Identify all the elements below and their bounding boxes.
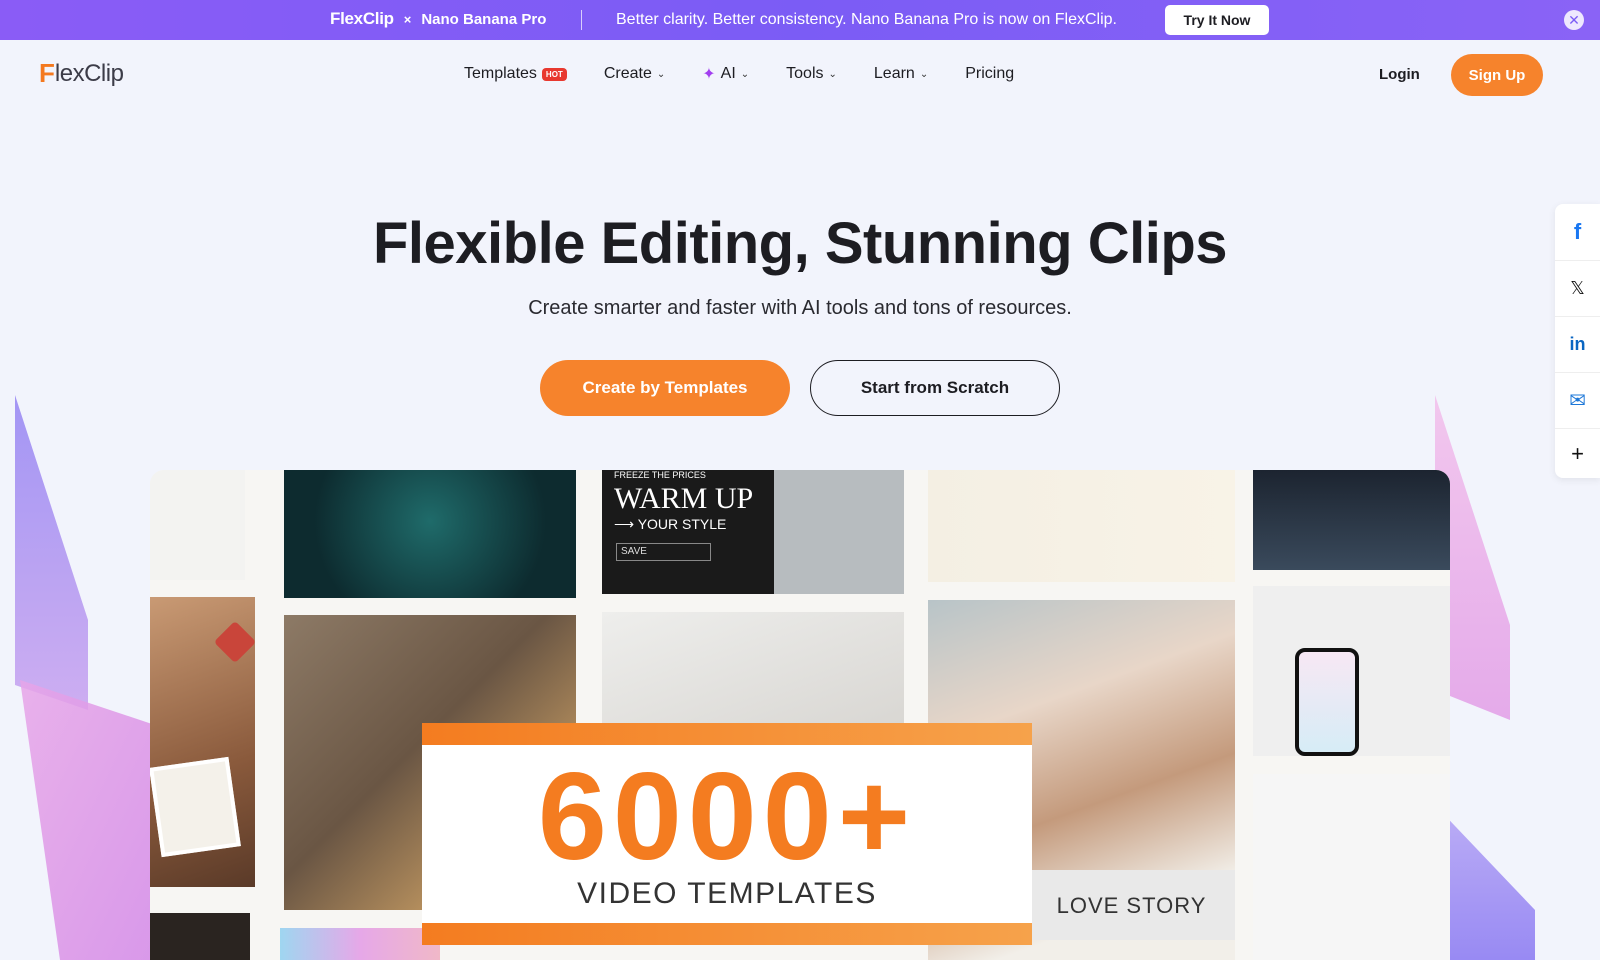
love-story-label: LOVE STORY: [1056, 893, 1207, 918]
chevron-down-icon: ⌄: [740, 68, 750, 80]
hero-title: Flexible Editing, Stunning Clips: [373, 211, 1228, 276]
promo-partner: Nano Banana Pro: [421, 10, 547, 28]
try-it-now-button[interactable]: Try It Now: [1165, 5, 1269, 35]
close-icon[interactable]: ✕: [1564, 10, 1584, 30]
facebook-icon: f: [1573, 219, 1582, 244]
nav-tools[interactable]: Tools ⌄: [786, 65, 837, 83]
photo-frame: [150, 756, 241, 858]
banner-bottom-stripe: [422, 923, 1032, 945]
collage-tile-autumn: [150, 597, 255, 887]
nav-create[interactable]: Create ⌄: [604, 65, 665, 83]
facebook-share[interactable]: f: [1555, 204, 1600, 260]
logo-f: F: [39, 58, 55, 88]
templates-count: 6000+: [537, 748, 917, 886]
nav-pricing[interactable]: Pricing: [965, 65, 1014, 83]
more-share[interactable]: +: [1555, 428, 1600, 478]
nav-templates[interactable]: Templates HOT: [464, 65, 567, 83]
nav-ai-label: AI: [720, 65, 736, 82]
hot-badge: HOT: [541, 67, 567, 81]
collage-tile-phone: [1253, 586, 1450, 756]
leaf-shape: [213, 620, 255, 664]
phone-mockup: [1295, 648, 1359, 756]
nav-create-label: Create: [603, 65, 652, 82]
logo-text: lexClip: [54, 59, 124, 87]
sparkle-icon: ✦: [702, 66, 716, 83]
linkedin-share[interactable]: in: [1555, 316, 1600, 372]
nav-tools-label: Tools: [786, 65, 824, 82]
collage-tile-grey: [1253, 774, 1450, 960]
templates-label: VIDEO TEMPLATES: [577, 877, 877, 910]
warm-save-label: SAVE: [621, 546, 647, 557]
nav-learn-label: Learn: [873, 65, 915, 82]
nav-learn[interactable]: Learn ⌄: [874, 65, 928, 83]
chevron-down-icon: ⌄: [656, 68, 666, 80]
collage-tile-warm-up: FREEZE THE PRICES WARM UP ⟶ YOUR STYLE S…: [602, 470, 904, 594]
promo-flexclip-logo: FlexClip: [330, 9, 394, 28]
signup-button[interactable]: Sign Up: [1451, 54, 1543, 96]
x-share[interactable]: 𝕏: [1555, 260, 1600, 316]
login-link[interactable]: Login: [1379, 66, 1420, 83]
promo-divider: [581, 10, 582, 30]
chevron-down-icon: ⌄: [828, 68, 837, 80]
start-from-scratch-button[interactable]: Start from Scratch: [810, 360, 1060, 416]
promo-times: ×: [403, 11, 412, 27]
nav-pricing-label: Pricing: [965, 65, 1015, 82]
collage-tile-teal-tech: [284, 470, 576, 598]
email-share[interactable]: ✉: [1555, 372, 1600, 428]
template-collage: FREEZE THE PRICES WARM UP ⟶ YOUR STYLE S…: [150, 470, 1450, 960]
social-share-bar: f 𝕏 in ✉ +: [1555, 204, 1600, 478]
left-decoration: [15, 395, 155, 960]
promo-brand: FlexClip × Nano Banana Pro: [330, 9, 546, 29]
promo-message: Better clarity. Better consistency. Nano…: [616, 11, 1117, 28]
plus-icon: +: [1571, 440, 1584, 466]
linkedin-icon: in: [1569, 334, 1586, 354]
collage-tile-cream: [928, 470, 1235, 582]
nav-templates-label: Templates: [464, 65, 537, 82]
main-nav: Templates HOT Create ⌄ ✦ AI ⌄ Tools ⌄ Le…: [464, 64, 1051, 84]
flexclip-logo[interactable]: F lexClip: [39, 58, 124, 89]
collage-tile-white: [150, 470, 245, 580]
warm-save-box: SAVE: [616, 543, 711, 561]
nav-ai[interactable]: ✦ AI ⌄: [702, 64, 749, 84]
collage-tile-shadow: [602, 612, 904, 732]
warm-kicker: FREEZE THE PRICES: [614, 470, 706, 480]
collage-tile-pastel: [280, 928, 440, 960]
chevron-down-icon: ⌄: [919, 68, 929, 80]
banner-top-stripe: [422, 723, 1032, 745]
warm-subtitle: ⟶ YOUR STYLE: [614, 516, 727, 532]
email-icon: ✉: [1569, 390, 1586, 412]
promo-banner: FlexClip × Nano Banana Pro Better clarit…: [0, 0, 1600, 40]
warm-title: WARM UP: [614, 482, 754, 515]
x-icon: 𝕏: [1570, 278, 1585, 298]
hero-subtitle: Create smarter and faster with AI tools …: [528, 297, 1072, 319]
create-by-templates-button[interactable]: Create by Templates: [540, 360, 790, 416]
templates-count-banner: 6000+ VIDEO TEMPLATES: [422, 723, 1032, 945]
collage-tile-night: [1253, 470, 1450, 570]
collage-tile-dark-small: [150, 913, 250, 960]
